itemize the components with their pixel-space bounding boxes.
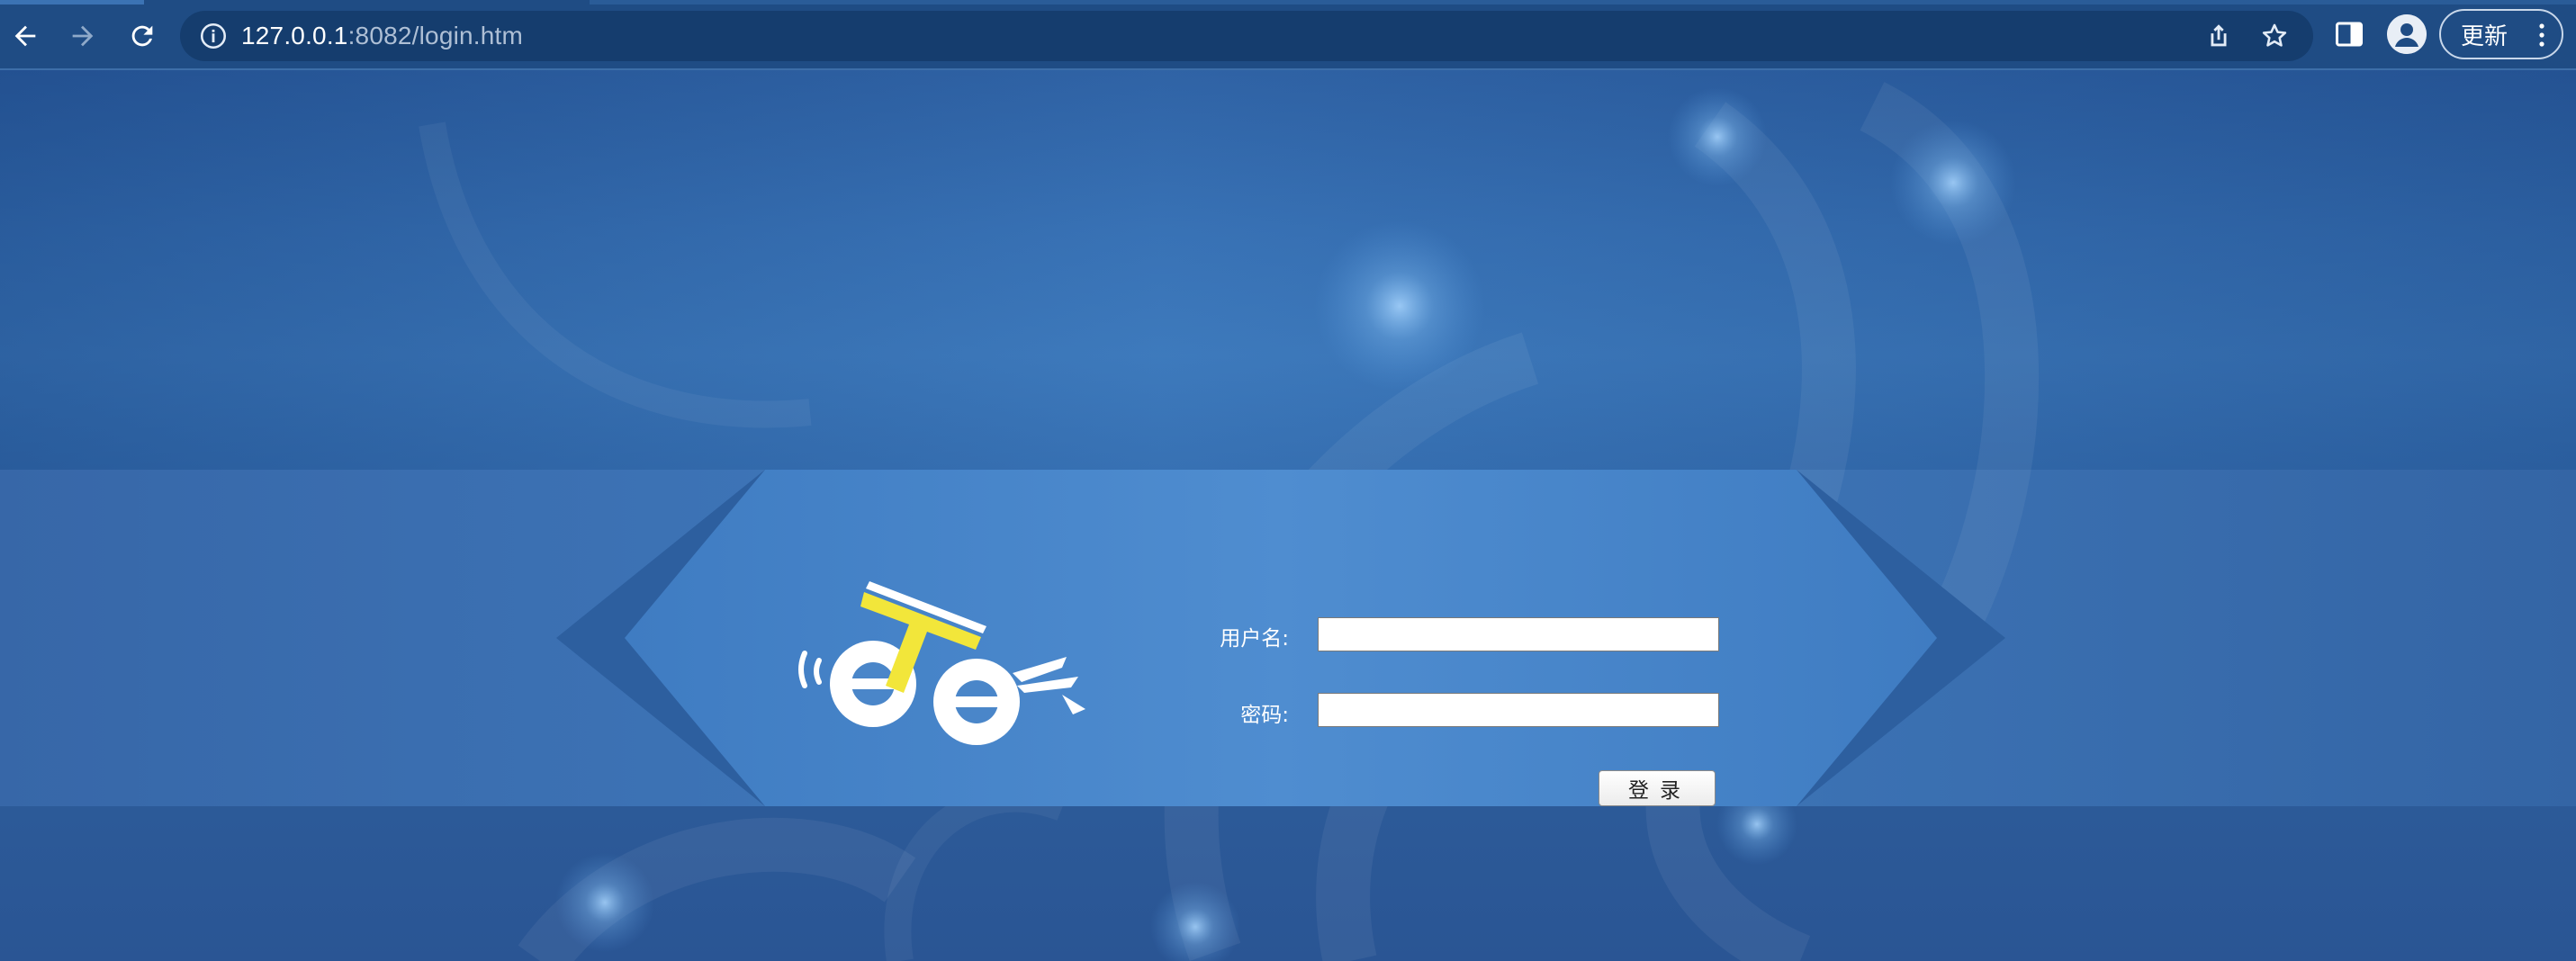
forward-button[interactable] [59, 13, 106, 59]
url-host: 127.0.0.1 [241, 22, 348, 49]
password-label: 密码: [1240, 704, 1289, 727]
url-path: :8082/login.htm [347, 22, 524, 49]
reload-icon [131, 25, 153, 47]
company-logo [798, 581, 1085, 745]
profile-avatar-button[interactable] [2387, 14, 2427, 54]
bookmark-star-icon[interactable] [2259, 21, 2290, 51]
address-bar[interactable]: 127.0.0.1:8082/login.htm [180, 11, 2313, 61]
forward-arrow-icon [72, 25, 94, 47]
profile-avatar-icon [2387, 14, 2427, 54]
update-label: 更新 [2461, 22, 2508, 50]
menu-dots-icon[interactable] [2538, 22, 2545, 48]
username-label: 用户名: [1220, 627, 1289, 651]
side-panel-icon[interactable] [2333, 18, 2365, 50]
url-text[interactable]: 127.0.0.1:8082/login.htm [241, 11, 523, 61]
share-icon[interactable] [2203, 21, 2234, 51]
login-button[interactable]: 登录 [1599, 770, 1716, 806]
reload-button[interactable] [119, 13, 166, 59]
back-arrow-icon [14, 25, 36, 47]
back-button[interactable] [2, 13, 49, 59]
browser-toolbar: 127.0.0.1:8082/login.htm 更新 [0, 0, 2576, 70]
tab-strip-edge [0, 0, 144, 4]
password-input[interactable] [1318, 693, 1719, 727]
info-icon[interactable] [198, 21, 229, 51]
update-button[interactable]: 更新 [2439, 9, 2563, 59]
login-page: 用户名: 密码: 登录 [0, 70, 2576, 961]
username-input[interactable] [1318, 617, 1719, 651]
tab-strip-edge [590, 0, 2576, 4]
